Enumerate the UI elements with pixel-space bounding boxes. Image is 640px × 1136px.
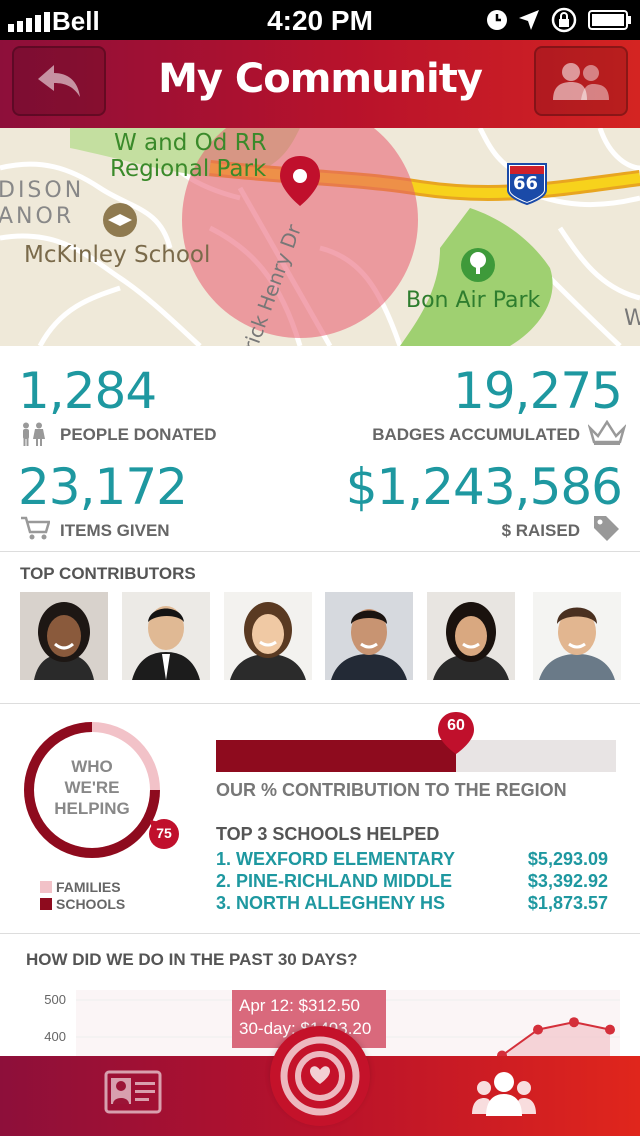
legend-swatch	[40, 897, 52, 910]
map-label-edge: W	[624, 306, 640, 331]
tab-profile[interactable]	[104, 1070, 162, 1114]
community-button[interactable]	[534, 46, 628, 116]
region-contribution-fill	[216, 740, 456, 772]
badges-value: 19,275	[453, 362, 623, 420]
contributor-avatar[interactable]	[20, 592, 108, 680]
school-row[interactable]: 3. NORTH ALLEGHENY HS $1,873.57	[216, 893, 608, 914]
data-point[interactable]	[605, 1024, 615, 1035]
avatar-photo	[20, 592, 108, 680]
contributor-avatar[interactable]	[533, 592, 621, 680]
raised-value: $1,243,586	[345, 458, 623, 516]
nav-header: My Community	[0, 40, 640, 128]
helping-donut[interactable]: WHO WE'RE HELPING	[22, 720, 162, 860]
school-row[interactable]: 1. WEXFORD ELEMENTARY $5,293.09	[216, 849, 608, 870]
avatar-photo	[224, 592, 312, 680]
badges-label: BADGES ACCUMULATED	[372, 425, 580, 444]
donut-center-line3: HELPING	[54, 799, 130, 818]
map-label-park-line1: W and Od RR	[114, 130, 267, 156]
top-contributors: TOP CONTRIBUTORS	[0, 552, 640, 704]
schools-percent-label: 75	[156, 825, 172, 841]
crown-icon	[588, 420, 626, 445]
map-label-school: McKinley School	[24, 242, 211, 268]
tooltip-line1: Apr 12: $312.50	[239, 996, 360, 1015]
rotation-lock-icon	[551, 7, 577, 33]
id-card-icon	[104, 1070, 162, 1114]
clock-icon	[487, 10, 507, 30]
contributor-avatar[interactable]	[122, 592, 210, 680]
legend-families: FAMILIES	[40, 878, 125, 895]
community-icon	[472, 1072, 536, 1116]
legend-label: SCHOOLS	[56, 895, 126, 912]
people-donated-value: 1,284	[18, 362, 157, 420]
school-name: 2. PINE-RICHLAND MIDDLE	[216, 871, 453, 891]
cart-icon	[21, 516, 50, 540]
items-given-label: ITEMS GIVEN	[60, 521, 170, 540]
region-contribution-bar	[216, 740, 616, 772]
school-amount: $1,873.57	[527, 893, 608, 913]
community-map[interactable]: W and Od RR Regional Park DISON ANOR McK…	[0, 128, 640, 346]
legend-schools: SCHOOLS	[40, 895, 125, 912]
contributors-title: TOP CONTRIBUTORS	[20, 564, 196, 583]
data-point[interactable]	[569, 1017, 579, 1028]
school-amount: $3,392.92	[527, 871, 608, 891]
legend-label: FAMILIES	[56, 878, 121, 895]
avatar-photo	[122, 592, 210, 680]
donut-legend: FAMILIES SCHOOLS	[40, 878, 125, 912]
tag-icon	[594, 516, 619, 541]
donut-center-line2: WE'RE	[64, 778, 120, 797]
people-donated-label: PEOPLE DONATED	[60, 425, 217, 444]
map-label-highway: 66	[513, 173, 539, 194]
map-label-bon-air-park: Bon Air Park	[406, 288, 541, 313]
avatar-photo	[427, 592, 515, 680]
avatar-photo	[533, 592, 621, 680]
stats-panel: 1,284 PEOPLE DONATED 19,275 BADGES ACCUM…	[0, 346, 640, 552]
map-label-area-line1: DISON	[0, 178, 85, 203]
avatar-photo	[325, 592, 413, 680]
region-percent-label: 60	[447, 717, 465, 734]
data-point[interactable]	[533, 1024, 543, 1035]
map-label-park-line2: Regional Park	[110, 156, 267, 182]
items-given-value: 23,172	[18, 458, 188, 516]
donut-center-line1: WHO	[71, 757, 113, 776]
region-caption: OUR % CONTRIBUTION TO THE REGION	[216, 780, 567, 800]
school-amount: $5,293.09	[527, 849, 608, 869]
location-arrow-icon	[519, 10, 539, 30]
tab-community[interactable]	[470, 1070, 538, 1116]
contributor-avatar[interactable]	[224, 592, 312, 680]
map-label-area-line2: ANOR	[0, 204, 75, 229]
legend-swatch	[40, 880, 52, 893]
contributor-avatar[interactable]	[325, 592, 413, 680]
give-button[interactable]	[270, 1026, 370, 1126]
school-row[interactable]: 2. PINE-RICHLAND MIDDLE $3,392.92	[216, 871, 608, 892]
school-name: 1. WEXFORD ELEMENTARY	[216, 849, 456, 869]
people-icon	[553, 63, 609, 100]
raised-label: $ RAISED	[501, 521, 580, 540]
status-bar: Bell 4:20 PM	[0, 0, 640, 40]
contributor-avatar[interactable]	[427, 592, 515, 680]
schools-title: TOP 3 SCHOOLS HELPED	[216, 824, 440, 844]
schools-percent-badge: 75	[148, 818, 180, 850]
region-percent-pin: 60	[436, 710, 476, 756]
battery-icon	[588, 10, 631, 30]
map-background	[0, 128, 640, 346]
school-name: 3. NORTH ALLEGHENY HS	[216, 893, 446, 913]
heart-target-icon	[280, 1036, 360, 1116]
helping-panel: WHO WE'RE HELPING 75 FAMILIES SCHOOLS 60…	[0, 704, 640, 934]
people-icon	[23, 422, 45, 446]
